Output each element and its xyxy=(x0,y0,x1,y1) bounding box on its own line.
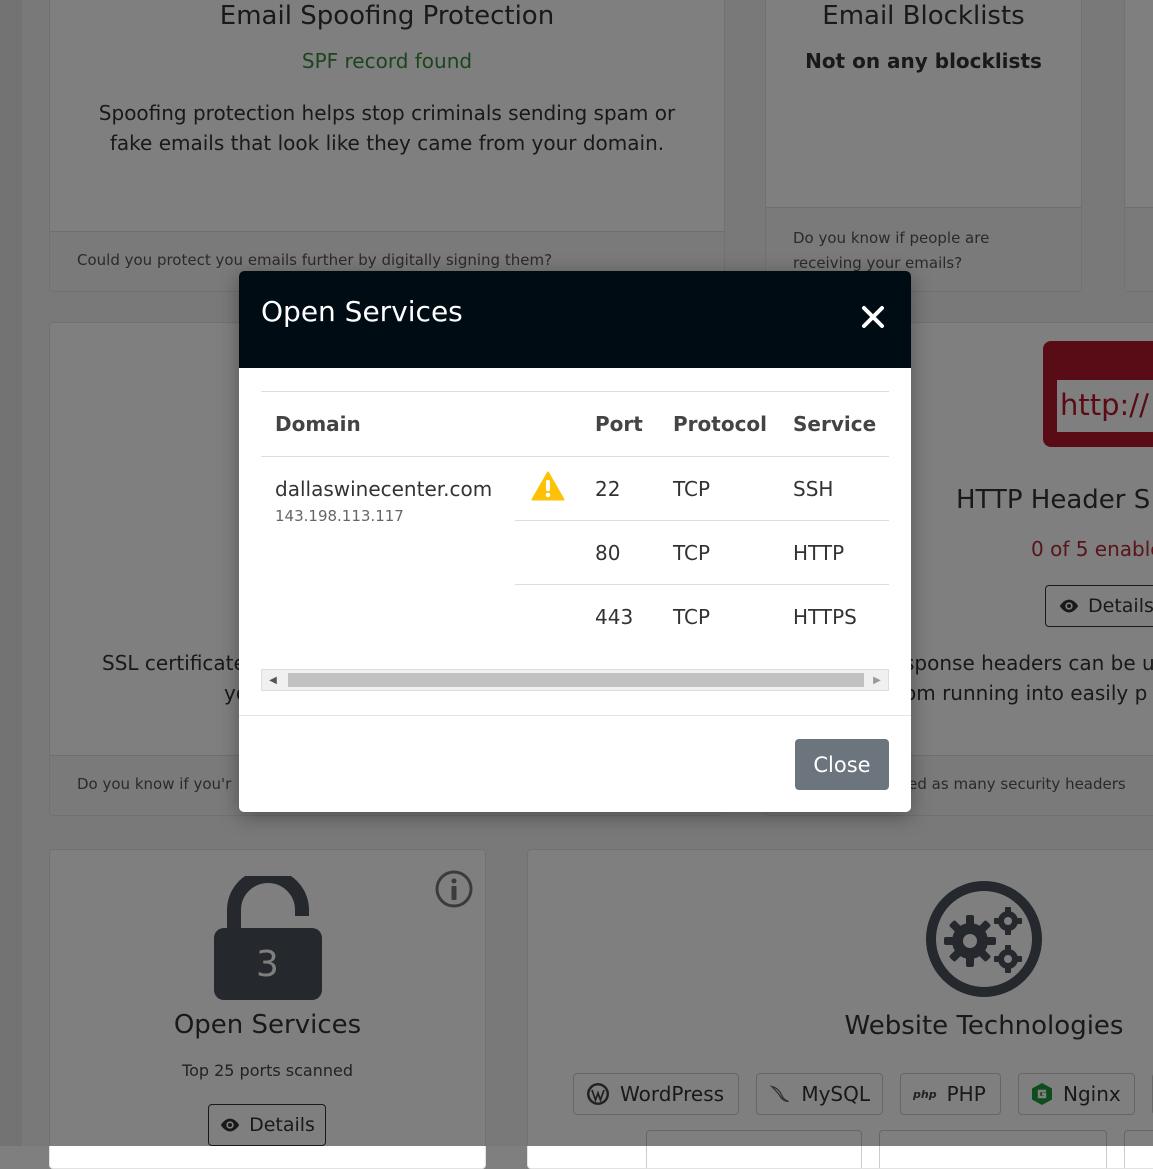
port-cell: 80 xyxy=(581,520,659,585)
close-button[interactable]: Close xyxy=(795,739,889,790)
port-cell: 443 xyxy=(595,604,634,629)
column-header-service: Service xyxy=(779,391,889,457)
protocol-cell: TCP xyxy=(659,520,779,585)
open-services-table: Domain Port Protocol Service dallaswinec… xyxy=(261,391,889,648)
close-x-icon[interactable] xyxy=(859,303,887,331)
warning-cell xyxy=(515,456,581,521)
domain-ip: 143.198.113.117 xyxy=(275,507,404,525)
domain-name: dallaswinecenter.com xyxy=(275,477,493,501)
modal-footer: Close xyxy=(239,715,911,812)
service-cell: SSH xyxy=(779,456,889,521)
scrollbar-thumb[interactable] xyxy=(288,673,864,687)
service-cell: HTTP xyxy=(779,520,889,585)
column-header-port: Port xyxy=(581,391,659,457)
protocol-cell: TCP xyxy=(673,604,711,629)
modal-header: Open Services xyxy=(239,271,911,368)
modal-body: Domain Port Protocol Service dallaswinec… xyxy=(239,368,911,715)
service-cell: HTTPS xyxy=(793,604,857,629)
modal-title: Open Services xyxy=(261,295,463,328)
open-services-modal: Open Services Domain Port Protocol Servi… xyxy=(239,271,911,812)
column-header-warning xyxy=(515,391,581,457)
horizontal-scrollbar[interactable]: ◀ ▶ xyxy=(261,669,889,691)
port-cell: 22 xyxy=(581,456,659,521)
domain-cell: dallaswinecenter.com 143.198.113.117 xyxy=(261,457,515,649)
scroll-left-arrow-icon[interactable]: ◀ xyxy=(263,670,283,690)
protocol-cell: TCP xyxy=(659,456,779,521)
scroll-right-arrow-icon[interactable]: ▶ xyxy=(867,670,887,690)
column-header-domain: Domain xyxy=(261,391,515,457)
warning-icon xyxy=(531,471,565,501)
column-header-protocol: Protocol xyxy=(659,391,779,457)
table-row: dallaswinecenter.com 143.198.113.117 22 … xyxy=(261,456,889,525)
